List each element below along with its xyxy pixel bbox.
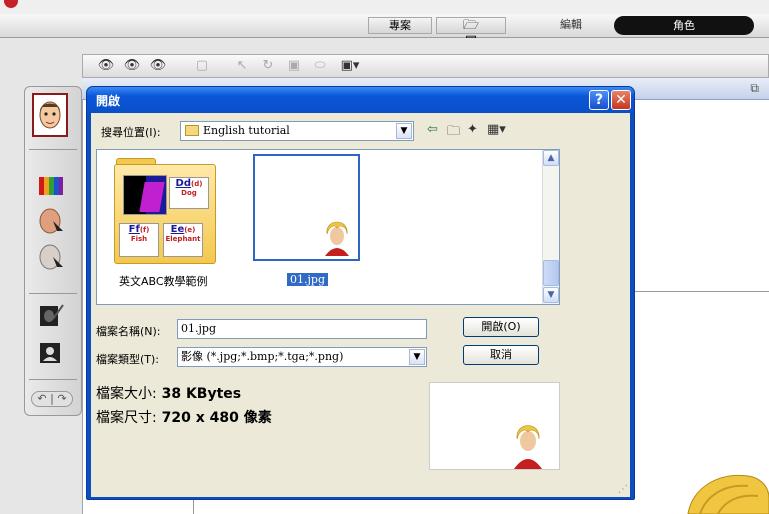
file-dims-value: 720 x 480 像素 [161,410,272,426]
cancel-button[interactable]: 取消 [463,345,539,365]
filename-label: 檔案名稱(N): [96,325,161,338]
filename-input[interactable]: 01.jpg [177,319,427,339]
chevron-down-icon[interactable]: ▼ [409,349,425,365]
file-size-label: 檔案大小: [96,386,157,402]
image-thumbnail[interactable] [253,154,360,261]
face-fitting-button[interactable] [32,93,68,137]
menu-project-button[interactable]: 專案 [368,17,432,34]
character-icon[interactable] [37,339,65,367]
open-dialog: 開啟 ? ✕ 搜尋位置(I): English tutorial ▼ ⇦ 🗀 ✦… [86,86,635,500]
card-black [123,175,167,215]
dialog-title: 開啟 [96,94,121,108]
head-adjust-icon[interactable] [37,243,65,271]
folder-label: 英文ABC教學範例 [119,275,208,288]
look-in-label: 搜尋位置(I): [101,126,161,139]
card-ee: Ee(e) Elephant [163,223,203,257]
open-folder-icon[interactable]: 🗁 [463,18,479,33]
character-hair-preview [687,474,769,514]
resize-grip-icon[interactable]: ⋰ [618,484,628,495]
pointer-icon[interactable]: ↖ [233,57,251,75]
file-size-value: 38 KBytes [161,386,242,402]
back-arrow-icon[interactable]: ⇦ [427,122,438,137]
menu-edit-button[interactable]: 編輯 [545,17,597,34]
app-title-bar [0,0,769,14]
chevron-down-icon[interactable]: ▼ [396,123,412,139]
rotate-icon[interactable]: ↻ [259,57,277,75]
view-toolbar: 👁 👁 👁 ▢ ↖ ↻ ▣ ⬭ ▣▾ [82,54,769,78]
file-dims-label: 檔案尺寸: [96,410,157,426]
left-tool-panel: ↶ | ↷ [24,86,82,416]
scroll-thumb[interactable] [543,260,559,286]
new-folder-icon[interactable]: ✦ [467,122,478,137]
ellipse-icon[interactable]: ⬭ [311,57,329,75]
open-button[interactable]: 開啟(O) [463,317,539,337]
folder-body: Dd(d) Dog Ff(f) Fish Ee(e) Elephant [114,164,216,264]
menu-character-button[interactable]: 角色 [614,16,754,35]
close-button[interactable]: ✕ [611,90,631,110]
eye-mask-icon[interactable]: 👁 [123,57,141,75]
filetype-dropdown[interactable]: 影像 (*.jpg;*.bmp;*.tga;*.png) ▼ [177,347,427,367]
stage-divider [626,291,769,292]
color-adjust-icon[interactable] [37,171,65,199]
selected-file-label: 01.jpg [287,273,328,286]
detach-window-icon[interactable]: ⧉ [750,81,759,96]
character-thumbnail [325,221,349,256]
card-ff: Ff(f) Fish [119,223,159,257]
file-list-scrollbar[interactable]: ▲ ▼ [542,150,559,304]
help-button[interactable]: ? [589,90,609,110]
background-edit-icon[interactable] [37,301,65,329]
panel-separator [29,149,77,150]
up-folder-icon[interactable]: 🗀 [447,122,460,144]
panel-separator [29,379,77,380]
file-dims-info: 檔案尺寸: 720 x 480 像素 [96,407,272,427]
undo-redo-icon[interactable]: ↶ | ↷ [31,391,73,407]
eye-mask-solid-icon[interactable]: 👁 [149,57,167,75]
app-logo-icon [4,0,18,8]
image-preview [429,382,560,470]
folder-thumbnail[interactable]: Dd(d) Dog Ff(f) Fish Ee(e) Elephant [114,158,216,266]
file-list[interactable]: Dd(d) Dog Ff(f) Fish Ee(e) Elephant 英文ABC教學… [96,149,560,305]
save-icon[interactable]: ▣ [285,57,303,75]
preview-dropdown-icon[interactable]: ▣▾ [337,57,363,75]
eye-icon[interactable]: 👁 [97,57,115,75]
look-in-value: English tutorial [203,124,290,137]
dialog-title-bar[interactable]: 開啟 ? ✕ [87,87,634,113]
chevron-down-icon[interactable]: ▼ [543,287,559,303]
panel-separator [29,293,77,294]
filetype-label: 檔案類型(T): [96,353,160,366]
dialog-body: 搜尋位置(I): English tutorial ▼ ⇦ 🗀 ✦ ▦▾ Dd(… [91,113,630,497]
folder-icon [185,125,199,136]
head-select-icon[interactable] [37,207,65,235]
stage-divider-vertical [193,500,194,514]
file-size-info: 檔案大小: 38 KBytes [96,383,241,403]
chevron-up-icon[interactable]: ▲ [543,150,559,166]
card-dd: Dd(d) Dog [169,177,209,209]
file-buttons: 🗁▤ [436,17,506,48]
character-preview [514,425,542,469]
menu-bar: 專案 🗁▤ 編輯 角色 [0,14,769,48]
page-icon[interactable]: ▢ [193,57,211,75]
filetype-value: 影像 (*.jpg;*.bmp;*.tga;*.png) [181,350,344,363]
face-fitting-icon [39,101,61,129]
view-menu-icon[interactable]: ▦▾ [487,122,506,137]
look-in-dropdown[interactable]: English tutorial ▼ [180,121,414,141]
